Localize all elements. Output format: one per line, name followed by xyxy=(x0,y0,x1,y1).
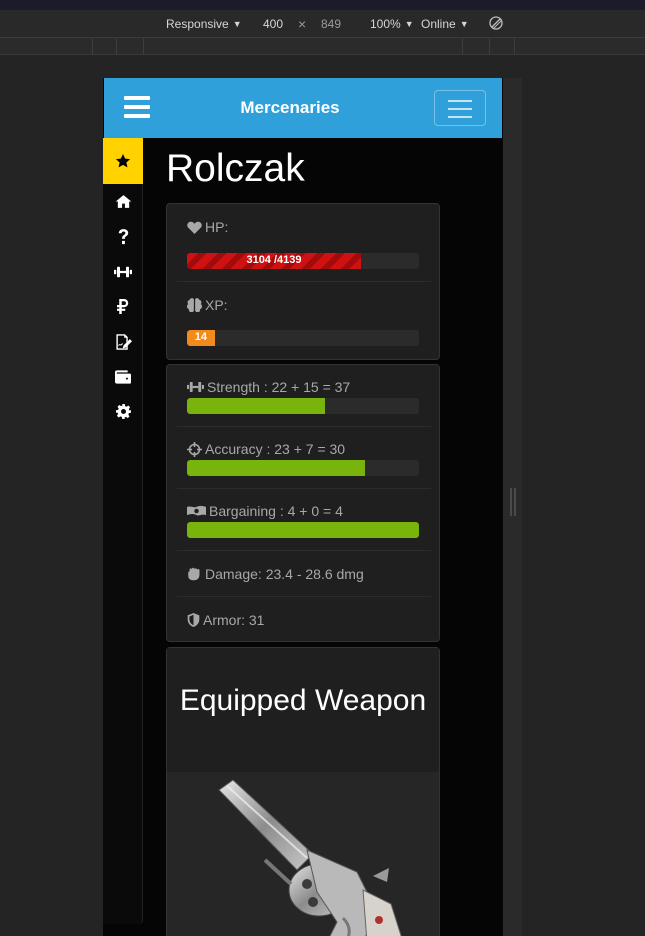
weapon-card-header: Equipped Weapon xyxy=(167,648,439,770)
equipped-weapon-card: Equipped Weapon xyxy=(166,647,440,936)
gear-icon xyxy=(115,404,131,419)
stat-row-accuracy: Accuracy : 23 + 7 = 30 xyxy=(177,427,431,489)
xp-bar-text: 14 xyxy=(194,331,208,343)
hp-label-text: HP: xyxy=(205,219,229,235)
armor-label-text: Armor: 31 xyxy=(203,612,265,628)
zoom-select-label: 100% xyxy=(370,17,401,31)
strength-label-text: Strength : 22 + 15 = 37 xyxy=(207,379,351,395)
bargaining-bar xyxy=(187,522,419,538)
strength-bar xyxy=(187,398,419,414)
stats-card: Strength : 22 + 15 = 37 Accuracy : 23 + … xyxy=(166,364,440,642)
navbar-toggler-button[interactable] xyxy=(434,90,486,126)
stat-row-bargaining: Bargaining : 4 + 0 = 4 xyxy=(177,489,431,551)
weapon-title: Equipped Weapon xyxy=(179,684,427,717)
sidebar-item-wallet[interactable] xyxy=(103,359,143,394)
sidebar-item-favorites[interactable] xyxy=(103,138,143,184)
navbar: Mercenaries xyxy=(104,78,502,138)
stat-row-strength: Strength : 22 + 15 = 37 xyxy=(177,365,431,427)
heart-icon xyxy=(187,221,202,234)
zoom-caret-icon: ▼ xyxy=(404,19,414,29)
character-name: Rolczak xyxy=(166,147,305,190)
hp-label: HP: xyxy=(187,219,228,235)
accuracy-bar-fill xyxy=(187,460,365,476)
xp-bar: 14 xyxy=(187,330,419,346)
navbar-brand[interactable]: Mercenaries xyxy=(104,98,476,118)
dimension-times-icon: × xyxy=(298,16,307,32)
throttle-select[interactable]: Online ▼ xyxy=(421,17,469,31)
window-top-strip xyxy=(0,0,645,10)
damage-label-text: Damage: 23.4 - 28.6 dmg xyxy=(205,566,364,582)
damage-row: Damage: 23.4 - 28.6 dmg xyxy=(177,551,431,597)
star-icon xyxy=(115,154,131,168)
xp-label-text: XP: xyxy=(205,297,228,313)
dumbbell-icon xyxy=(187,382,204,392)
money-icon xyxy=(187,505,206,516)
app-viewport: Mercenaries Rolczak HP: 3104 /4139 XP: 1… xyxy=(103,78,503,936)
throttle-select-label: Online xyxy=(421,17,456,31)
zoom-select[interactable]: 100% ▼ xyxy=(370,17,414,31)
home-icon xyxy=(115,195,131,208)
hp-row: HP: 3104 /4139 xyxy=(177,204,431,282)
shield-icon xyxy=(187,613,200,627)
brain-icon xyxy=(187,298,202,312)
sidebar-item-contracts[interactable] xyxy=(103,324,143,359)
viewport-height-input[interactable]: 849 xyxy=(321,17,341,31)
hp-bar-text: 3104 /4139 xyxy=(246,254,302,266)
damage-label: Damage: 23.4 - 28.6 dmg xyxy=(187,566,364,582)
crosshairs-icon xyxy=(187,441,202,457)
hp-bar: 3104 /4139 xyxy=(187,253,419,269)
accuracy-bar xyxy=(187,460,419,476)
dumbbell-icon xyxy=(114,266,132,277)
device-select[interactable]: Responsive ▼ xyxy=(166,17,242,31)
signature-icon xyxy=(115,333,132,350)
viewport-width-input[interactable]: 400 xyxy=(263,17,283,31)
accuracy-label: Accuracy : 23 + 7 = 30 xyxy=(187,441,345,457)
strength-label: Strength : 22 + 15 = 37 xyxy=(187,379,350,395)
rotate-icon[interactable] xyxy=(489,16,503,33)
ruble-icon xyxy=(117,299,129,314)
question-icon xyxy=(118,228,128,244)
device-select-label: Responsive xyxy=(166,17,229,31)
strength-bar-fill xyxy=(187,398,326,414)
xp-label: XP: xyxy=(187,297,228,313)
sidebar-item-help[interactable] xyxy=(103,219,143,254)
sidebar-item-settings[interactable] xyxy=(103,394,143,429)
device-caret-icon: ▼ xyxy=(232,19,242,29)
bargaining-bar-fill xyxy=(187,522,419,538)
sidebar-item-training[interactable] xyxy=(103,254,143,289)
accuracy-label-text: Accuracy : 23 + 7 = 30 xyxy=(205,441,346,457)
xp-row: XP: 14 xyxy=(177,282,431,360)
wallet-icon xyxy=(115,369,131,384)
armor-label: Armor: 31 xyxy=(187,612,264,628)
bargaining-label-text: Bargaining : 4 + 0 = 4 xyxy=(209,503,343,519)
sidebar-item-home[interactable] xyxy=(103,184,143,219)
weapon-image[interactable] xyxy=(167,772,439,936)
armor-row: Armor: 31 xyxy=(177,597,431,643)
devtools-device-toolbar: Responsive ▼ 400 × 849 100% ▼ Online ▼ xyxy=(0,10,645,38)
sidebar-item-market[interactable] xyxy=(103,289,143,324)
resize-handle[interactable] xyxy=(510,488,516,516)
media-query-ruler xyxy=(0,38,645,55)
revolver-image xyxy=(218,779,402,936)
sidebar xyxy=(103,138,143,924)
throttle-caret-icon: ▼ xyxy=(459,19,469,29)
fist-icon xyxy=(188,567,200,581)
vitals-card: HP: 3104 /4139 XP: 14 xyxy=(166,203,440,360)
bargaining-label: Bargaining : 4 + 0 = 4 xyxy=(187,503,343,519)
